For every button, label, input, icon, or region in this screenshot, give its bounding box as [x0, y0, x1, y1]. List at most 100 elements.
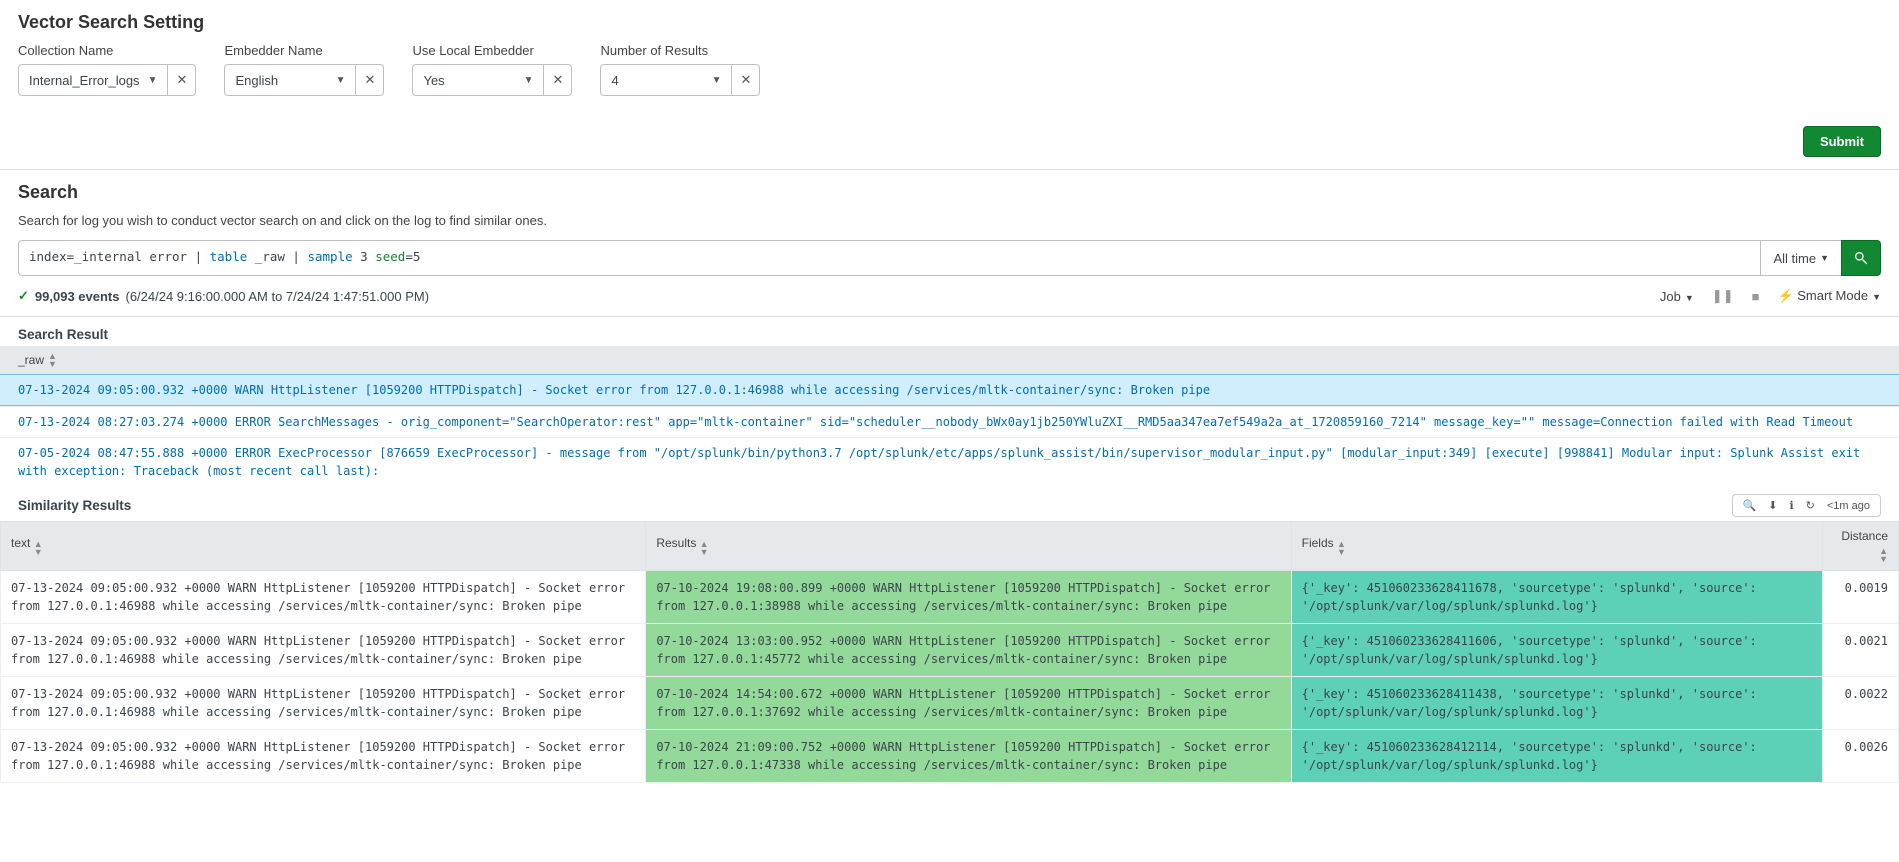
vector-search-setting-title: Vector Search Setting — [18, 12, 1881, 33]
cell-results[interactable]: 07-10-2024 13:03:00.952 +0000 WARN HttpL… — [646, 624, 1291, 677]
embedder-name-select[interactable]: English ▼ — [225, 65, 355, 95]
age-label: <1m ago — [1827, 500, 1870, 512]
embedder-name-filter: Embedder Name English ▼ ✕ — [224, 43, 384, 96]
cell-distance[interactable]: 0.0019 — [1823, 571, 1899, 624]
close-icon: ✕ — [365, 72, 376, 88]
collection-name-clear[interactable]: ✕ — [167, 65, 195, 95]
search-result-column-header[interactable]: _raw ▲▼ — [0, 346, 1899, 374]
collection-name-select[interactable]: Internal_Error_logs ▼ — [19, 65, 167, 95]
search-result-section: Search Result _raw ▲▼ 07-13-2024 09:05:0… — [0, 317, 1899, 486]
embedder-name-combo[interactable]: English ▼ ✕ — [224, 64, 384, 96]
cell-results[interactable]: 07-10-2024 21:09:00.752 +0000 WARN HttpL… — [646, 730, 1291, 783]
num-results-value: 4 — [611, 73, 618, 88]
caret-down-icon: ▼ — [336, 75, 346, 86]
close-icon: ✕ — [741, 72, 752, 88]
info-icon[interactable]: ℹ — [1789, 499, 1793, 512]
similarity-row: 07-13-2024 09:05:00.932 +0000 WARN HttpL… — [1, 677, 1899, 730]
col-results-header[interactable]: Results ▲▼ — [646, 522, 1291, 571]
caret-down-icon: ▼ — [1820, 253, 1829, 263]
col-fields-header[interactable]: Fields ▲▼ — [1291, 522, 1822, 571]
pause-icon[interactable]: ❚❚ — [1712, 288, 1734, 304]
cell-text[interactable]: 07-13-2024 09:05:00.932 +0000 WARN HttpL… — [1, 677, 646, 730]
bolt-icon: ⚡ — [1777, 288, 1793, 303]
col-distance-header[interactable]: Distance ▲▼ — [1823, 522, 1899, 571]
check-icon: ✓ — [18, 288, 29, 304]
num-results-select[interactable]: 4 ▼ — [601, 65, 731, 95]
sort-icon: ▲▼ — [1337, 540, 1346, 556]
cell-text[interactable]: 07-13-2024 09:05:00.932 +0000 WARN HttpL… — [1, 730, 646, 783]
query-tok-sample: sample — [307, 249, 352, 264]
query-tok: =5 — [405, 249, 420, 264]
time-picker-label: All time — [1773, 251, 1816, 266]
stop-icon[interactable]: ■ — [1752, 289, 1760, 304]
collection-name-filter: Collection Name Internal_Error_logs ▼ ✕ — [18, 43, 196, 96]
search-result-rows: 07-13-2024 09:05:00.932 +0000 WARN HttpL… — [0, 374, 1899, 486]
search-run-button[interactable] — [1841, 240, 1881, 276]
cell-distance[interactable]: 0.0026 — [1823, 730, 1899, 783]
caret-down-icon: ▼ — [712, 75, 722, 86]
cell-fields[interactable]: {'_key': 451060233628411438, 'sourcetype… — [1291, 677, 1822, 730]
search-result-row[interactable]: 07-13-2024 09:05:00.932 +0000 WARN HttpL… — [0, 374, 1899, 406]
cell-distance[interactable]: 0.0021 — [1823, 624, 1899, 677]
query-tok-table: table — [210, 249, 248, 264]
search-result-row[interactable]: 07-13-2024 08:27:03.274 +0000 ERROR Sear… — [0, 406, 1899, 437]
submit-button[interactable]: Submit — [1803, 126, 1881, 157]
filters-row: Collection Name Internal_Error_logs ▼ ✕ … — [18, 43, 1881, 96]
embedder-name-label: Embedder Name — [224, 43, 384, 58]
search-icon[interactable]: 🔍 — [1743, 499, 1757, 512]
query-tok: index=_internal error | — [29, 249, 210, 264]
use-local-label: Use Local Embedder — [412, 43, 572, 58]
time-picker[interactable]: All time ▼ — [1760, 240, 1841, 276]
search-subtitle: Search for log you wish to conduct vecto… — [18, 213, 1881, 228]
cell-fields[interactable]: {'_key': 451060233628412114, 'sourcetype… — [1291, 730, 1822, 783]
num-results-combo[interactable]: 4 ▼ ✕ — [600, 64, 760, 96]
embedder-name-value: English — [235, 73, 278, 88]
event-count: 99,093 events — [35, 289, 120, 304]
use-local-clear[interactable]: ✕ — [543, 65, 571, 95]
close-icon: ✕ — [177, 72, 188, 88]
use-local-value: Yes — [423, 73, 444, 88]
caret-down-icon: ▼ — [524, 75, 534, 86]
search-status-left: ✓ 99,093 events (6/24/24 9:16:00.000 AM … — [18, 288, 429, 304]
refresh-icon[interactable]: ↻ — [1806, 499, 1815, 512]
cell-results[interactable]: 07-10-2024 14:54:00.672 +0000 WARN HttpL… — [646, 677, 1291, 730]
similarity-table: text ▲▼ Results ▲▼ Fields ▲▼ Distance ▲▼… — [0, 521, 1899, 783]
similarity-header-row: text ▲▼ Results ▲▼ Fields ▲▼ Distance ▲▼ — [1, 522, 1899, 571]
search-status-row: ✓ 99,093 events (6/24/24 9:16:00.000 AM … — [18, 288, 1881, 304]
use-local-combo[interactable]: Yes ▼ ✕ — [412, 64, 572, 96]
sort-icon: ▲▼ — [700, 540, 709, 556]
num-results-label: Number of Results — [600, 43, 760, 58]
similarity-toolbar: 🔍 ⬇ ℹ ↻ <1m ago — [1732, 494, 1881, 517]
cell-text[interactable]: 07-13-2024 09:05:00.932 +0000 WARN HttpL… — [1, 571, 646, 624]
search-input[interactable]: index=_internal error | table _raw | sam… — [18, 240, 1760, 276]
use-local-filter: Use Local Embedder Yes ▼ ✕ — [412, 43, 572, 96]
sort-icon: ▲▼ — [34, 540, 43, 556]
search-bar: index=_internal error | table _raw | sam… — [18, 240, 1881, 276]
caret-down-icon: ▼ — [148, 75, 158, 86]
similarity-row: 07-13-2024 09:05:00.932 +0000 WARN HttpL… — [1, 624, 1899, 677]
cell-fields[interactable]: {'_key': 451060233628411678, 'sourcetype… — [1291, 571, 1822, 624]
cell-distance[interactable]: 0.0022 — [1823, 677, 1899, 730]
collection-name-combo[interactable]: Internal_Error_logs ▼ ✕ — [18, 64, 196, 96]
close-icon: ✕ — [553, 72, 564, 88]
cell-results[interactable]: 07-10-2024 19:08:00.899 +0000 WARN HttpL… — [646, 571, 1291, 624]
embedder-name-clear[interactable]: ✕ — [355, 65, 383, 95]
job-dropdown[interactable]: Job▼ — [1660, 289, 1694, 304]
collection-name-value: Internal_Error_logs — [29, 73, 140, 88]
similarity-section: Similarity Results 🔍 ⬇ ℹ ↻ <1m ago text … — [0, 486, 1899, 783]
cell-text[interactable]: 07-13-2024 09:05:00.932 +0000 WARN HttpL… — [1, 624, 646, 677]
use-local-select[interactable]: Yes ▼ — [413, 65, 543, 95]
num-results-clear[interactable]: ✕ — [731, 65, 759, 95]
cell-fields[interactable]: {'_key': 451060233628411606, 'sourcetype… — [1291, 624, 1822, 677]
smart-mode-dropdown[interactable]: ⚡ Smart Mode▼ — [1777, 288, 1881, 304]
similarity-row: 07-13-2024 09:05:00.932 +0000 WARN HttpL… — [1, 730, 1899, 783]
col-text-header[interactable]: text ▲▼ — [1, 522, 646, 571]
sort-icon: ▲▼ — [1879, 547, 1888, 563]
search-status-right: Job▼ ❚❚ ■ ⚡ Smart Mode▼ — [1660, 288, 1881, 304]
download-icon[interactable]: ⬇ — [1768, 499, 1777, 512]
search-result-row[interactable]: 07-05-2024 08:47:55.888 +0000 ERROR Exec… — [0, 437, 1899, 486]
caret-down-icon: ▼ — [1872, 292, 1881, 302]
query-tok-seed: seed — [375, 249, 405, 264]
query-tok: _raw | — [247, 249, 307, 264]
column-raw-label: _raw — [18, 353, 44, 367]
